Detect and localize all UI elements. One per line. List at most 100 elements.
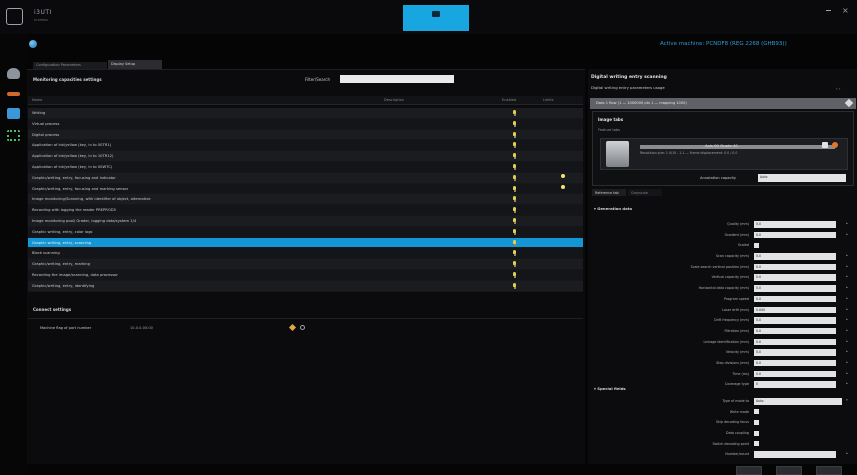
tab-reference[interactable]: Reference tab (592, 189, 626, 196)
general-section-title[interactable]: ▾ Generation data (594, 206, 632, 211)
enabled-bulb-icon[interactable] (513, 163, 516, 170)
enabled-bulb-icon[interactable] (513, 282, 516, 289)
property-checkbox[interactable] (754, 419, 759, 425)
property-input[interactable]: 0.0 (754, 263, 836, 271)
list-item[interactable]: Virtual process (28, 118, 583, 130)
list-item[interactable]: Recording the image/scanning, data proce… (28, 269, 583, 281)
spinner-icon[interactable]: ▴ (846, 307, 848, 311)
spinner-icon[interactable]: ▴ (846, 339, 848, 343)
column-header-enabled[interactable]: Enabled (502, 98, 516, 102)
spinner-icon[interactable]: ▴ (846, 232, 848, 236)
property-input[interactable]: 0.0 (754, 285, 836, 292)
image-settings-icon[interactable] (822, 142, 828, 148)
spinner-icon[interactable]: ▴ (846, 285, 848, 289)
property-input[interactable]: 0.0 (754, 317, 836, 324)
property-input[interactable]: 0.0 (754, 274, 836, 281)
tab-configuration[interactable]: Configuration Parameters (33, 62, 107, 69)
list-item[interactable]: Block scanning (28, 248, 583, 260)
remove-icon[interactable] (300, 325, 305, 330)
enabled-bulb-icon[interactable] (513, 271, 516, 278)
spinner-icon[interactable]: ▴ (846, 264, 848, 268)
enabled-bulb-icon[interactable] (513, 228, 516, 235)
spinner-icon[interactable]: ▴ (846, 371, 848, 375)
property-input[interactable]: 0.0 (754, 327, 836, 335)
filter-input[interactable] (340, 75, 454, 83)
list-item[interactable]: Graphic/writing, entry, focusing and ind… (28, 172, 583, 184)
dropdown-arrow-icon[interactable]: ▾ (846, 398, 848, 402)
enabled-bulb-icon[interactable] (513, 110, 516, 116)
property-input[interactable]: 0.0 (754, 221, 836, 228)
property-select[interactable]: Auto (754, 398, 842, 405)
enabled-bulb-icon[interactable] (513, 239, 516, 246)
list-item[interactable]: Application of ink/yellow (key, in to 00… (28, 140, 583, 152)
list-item[interactable]: Recording with logging the reader PREPRO… (28, 205, 583, 216)
minimize-button[interactable] (826, 10, 831, 11)
enabled-bulb-icon[interactable] (513, 207, 516, 214)
enabled-bulb-icon[interactable] (513, 196, 516, 203)
special-section-title[interactable]: ▾ Special fields (594, 386, 626, 391)
property-input[interactable]: 0.000 (754, 306, 836, 313)
list-item[interactable]: Graphic/writing, entry, marking (28, 259, 583, 270)
spinner-icon[interactable]: ▴ (846, 360, 848, 364)
enabled-bulb-icon[interactable] (513, 250, 516, 257)
property-checkbox[interactable] (754, 242, 759, 248)
apply-button[interactable] (736, 466, 762, 475)
property-input[interactable]: 0.0 (754, 253, 836, 260)
enabled-bulb-icon[interactable] (513, 120, 516, 127)
list-item[interactable]: Graphic/writing, entry, identifying (28, 280, 583, 292)
list-item[interactable]: Application of ink/yellow (key, in to 10… (28, 151, 583, 162)
enabled-bulb-icon[interactable] (513, 185, 516, 192)
network-icon[interactable] (7, 130, 20, 141)
column-header-description[interactable]: Description (384, 98, 404, 102)
property-checkbox[interactable] (754, 430, 759, 436)
spinner-icon[interactable]: ▴ (846, 274, 848, 278)
property-input[interactable]: 0.0 (754, 349, 836, 356)
tab-display-setup[interactable]: Display Setup (108, 60, 162, 69)
spinner-icon[interactable]: ▴ (846, 328, 848, 332)
machine-icon[interactable] (7, 68, 20, 79)
close-button[interactable]: × (842, 6, 849, 15)
spinner-icon[interactable]: ▴ (846, 381, 848, 385)
cancel-button[interactable] (816, 466, 842, 475)
home-tab-button[interactable] (403, 5, 469, 31)
enabled-bulb-icon[interactable] (513, 174, 516, 181)
tools-icon[interactable] (7, 92, 20, 96)
limit-bulb-icon[interactable] (561, 173, 565, 178)
property-input[interactable]: 0 (754, 381, 836, 388)
list-item[interactable]: Image monitoring pool/ Grader, logging d… (28, 215, 583, 227)
spinner-icon[interactable]: ▴ (846, 317, 848, 321)
image-remove-icon[interactable] (832, 142, 838, 148)
edit-icon[interactable] (844, 98, 854, 108)
enabled-bulb-icon[interactable] (513, 153, 516, 160)
annotation-select[interactable]: Auto (758, 174, 846, 182)
property-input[interactable]: 0.0 (754, 338, 836, 346)
property-input[interactable] (754, 451, 836, 458)
list-item[interactable]: Graphic writing, entry, scanning (28, 237, 583, 249)
enabled-bulb-icon[interactable] (513, 217, 516, 224)
ok-button[interactable] (776, 466, 802, 475)
enabled-bulb-icon[interactable] (513, 261, 516, 268)
property-input[interactable]: 0.0 (754, 295, 836, 303)
enabled-bulb-icon[interactable] (513, 142, 516, 149)
spinner-icon[interactable]: ▴ (846, 451, 848, 455)
tab-grayscale[interactable]: Grayscale (628, 189, 662, 196)
list-item[interactable]: Image monitoring/Scanning, with identifi… (28, 194, 583, 206)
limit-bulb-icon[interactable] (561, 184, 565, 189)
spinner-icon[interactable]: ▴ (846, 349, 848, 353)
column-header-name[interactable]: Name (32, 98, 42, 102)
property-input[interactable]: 0.0 (754, 370, 836, 378)
property-input[interactable]: 0.0 (754, 231, 836, 239)
list-item[interactable]: Digital process (28, 129, 583, 141)
property-checkbox[interactable] (754, 441, 759, 447)
property-checkbox[interactable] (754, 409, 759, 415)
list-item[interactable]: Graphic/writing, entry, focusing and mar… (28, 183, 583, 195)
list-item[interactable]: Writing (28, 108, 583, 119)
list-item[interactable]: Application of ink/yellow (key, in to 00… (28, 161, 583, 173)
list-item[interactable]: Graphic writing, entry, color logs (28, 226, 583, 238)
pager-arrows-icon[interactable]: ‹ › (836, 86, 840, 91)
globe-icon[interactable] (29, 40, 37, 48)
spinner-icon[interactable]: ▴ (846, 296, 848, 300)
property-input[interactable]: 0.0 (754, 359, 836, 367)
shield-icon[interactable] (7, 108, 20, 119)
spinner-icon[interactable]: ▴ (846, 253, 848, 257)
